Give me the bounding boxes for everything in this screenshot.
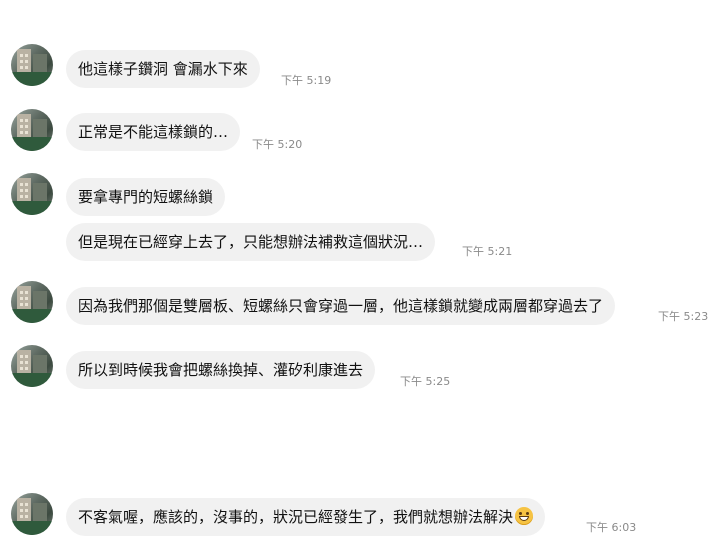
message-bubble[interactable]: 不客氣喔，應該的，沒事的，狀況已經發生了，我們就想辦法解決 — [66, 498, 546, 536]
contact-avatar[interactable] — [11, 345, 53, 387]
message-bubble[interactable]: 要拿專門的短螺絲鎖 — [66, 178, 226, 216]
message-timestamp: 下午 5:19 — [281, 74, 332, 87]
message-bubble[interactable]: 正常是不能這樣鎖的… — [66, 113, 241, 151]
contact-avatar[interactable] — [11, 493, 53, 535]
message-timestamp: 下午 5:20 — [252, 138, 303, 151]
message-text: 不客氣喔，應該的，沒事的，狀況已經發生了，我們就想辦法解決 — [78, 508, 514, 526]
contact-avatar[interactable] — [11, 281, 53, 323]
contact-avatar[interactable] — [11, 44, 53, 86]
contact-avatar[interactable] — [11, 109, 53, 151]
contact-avatar[interactable] — [11, 173, 53, 215]
grinning-face-emoji-icon — [515, 507, 534, 525]
message-timestamp: 下午 5:25 — [400, 375, 451, 388]
message-bubble[interactable]: 但是現在已經穿上去了，只能想辦法補救這個狀況… — [66, 223, 436, 261]
message-timestamp: 下午 6:03 — [586, 521, 637, 534]
message-bubble[interactable]: 因為我們那個是雙層板、短螺絲只會穿過一層，他這樣鎖就變成兩層都穿過去了 — [66, 287, 616, 325]
message-timestamp: 下午 5:23 — [658, 310, 709, 323]
message-bubble[interactable]: 所以到時候我會把螺絲換掉、灌矽利康進去 — [66, 351, 376, 389]
message-bubble[interactable]: 他這樣子鑽洞 會漏水下來 — [66, 50, 260, 88]
message-timestamp: 下午 5:21 — [462, 245, 513, 258]
